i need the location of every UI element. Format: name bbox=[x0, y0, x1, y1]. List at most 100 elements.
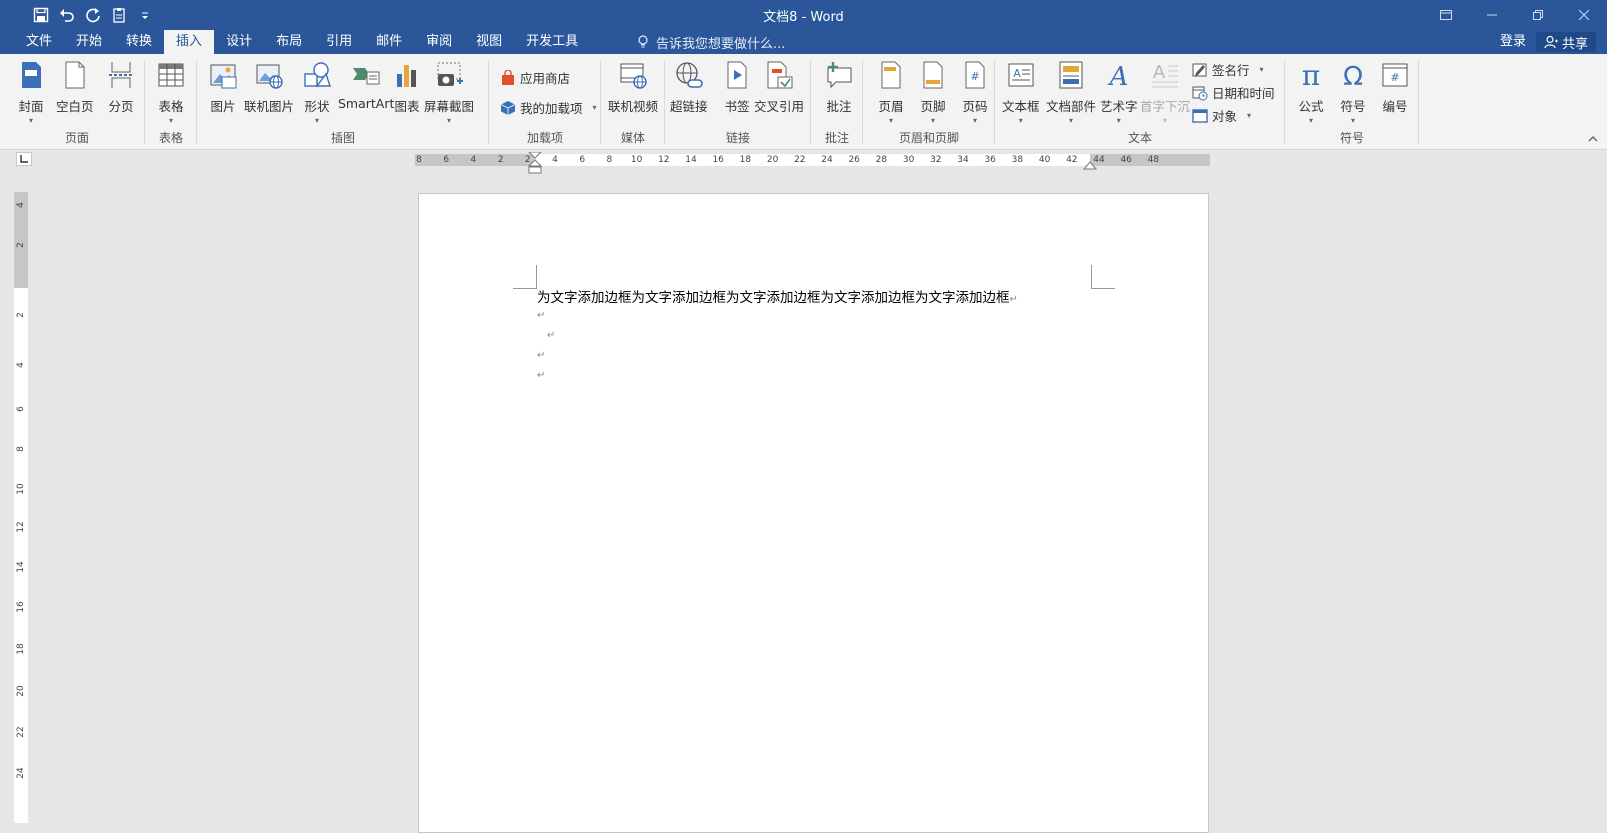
page-break-button[interactable]: 分页 bbox=[104, 58, 138, 115]
tab-9[interactable]: 视图 bbox=[464, 30, 514, 54]
ruler-tick-label: 38 bbox=[1011, 155, 1024, 165]
empty-paragraph-mark[interactable]: ↵ bbox=[537, 310, 545, 321]
ruler-tick-label: 10 bbox=[630, 155, 643, 165]
text-box-button[interactable]: A 文本框 ▾ bbox=[1002, 58, 1040, 125]
chevron-down-icon: ▾ bbox=[1259, 65, 1264, 74]
ribbon-options-icon bbox=[1440, 10, 1452, 20]
tab-4[interactable]: 设计 bbox=[214, 30, 264, 54]
ruler-tick-label: 6 bbox=[16, 406, 26, 412]
tables-group-label: 表格 bbox=[158, 131, 183, 145]
vertical-ruler[interactable]: 4 2 2 4 6 8 10 12 14 16 18 20 22 24 bbox=[14, 192, 28, 823]
svg-text:Ω: Ω bbox=[1343, 62, 1363, 90]
hyperlink-button[interactable]: 超链接 bbox=[670, 58, 708, 115]
equation-button[interactable]: π 公式 ▾ bbox=[1294, 58, 1328, 125]
drop-cap-button[interactable]: A 首字下沉 ▾ bbox=[1140, 58, 1190, 125]
ruler-tick-label: 18 bbox=[739, 155, 752, 165]
numbering-button[interactable]: # 编号 bbox=[1378, 58, 1412, 115]
minimize-button[interactable] bbox=[1469, 0, 1515, 30]
camera-icon bbox=[437, 62, 463, 86]
my-addins-button[interactable]: 我的加载项 ▾ bbox=[500, 98, 597, 117]
screenshot-button[interactable]: 屏幕截图 ▾ bbox=[424, 58, 474, 125]
tab-selector[interactable] bbox=[16, 152, 32, 166]
pi-icon: π bbox=[1302, 60, 1320, 90]
store-button[interactable]: 应用商店 bbox=[500, 68, 570, 87]
ribbon-display-options-button[interactable] bbox=[1423, 0, 1469, 30]
group-separator bbox=[810, 60, 811, 144]
header-icon bbox=[881, 61, 901, 89]
share-button[interactable]: 共享 bbox=[1536, 32, 1597, 52]
header-footer-group: 页眉 ▾ 页脚 ▾ # 页码 ▾ 页眉和页脚 bbox=[864, 56, 994, 148]
online-pictures-button[interactable]: 联机图片 bbox=[244, 58, 294, 115]
cover-page-button[interactable]: 封面 ▾ bbox=[14, 58, 48, 125]
footer-button[interactable]: 页脚 ▾ bbox=[916, 58, 950, 125]
tab-6[interactable]: 引用 bbox=[314, 30, 364, 54]
quick-parts-button[interactable]: 文档部件 ▾ bbox=[1046, 58, 1096, 125]
tab-1[interactable]: 开始 bbox=[64, 30, 114, 54]
tell-me-search[interactable]: 告诉我您想要做什么... bbox=[636, 30, 785, 54]
date-time-button[interactable]: 日期和时间 bbox=[1192, 83, 1275, 102]
empty-paragraph-mark[interactable]: ↵ bbox=[547, 330, 555, 341]
tab-0[interactable]: 文件 bbox=[14, 30, 64, 54]
ruler-tick-label: 4 bbox=[16, 202, 26, 208]
close-button[interactable] bbox=[1561, 0, 1607, 30]
close-icon bbox=[1578, 9, 1590, 21]
horizontal-ruler[interactable]: 8 6 4 2 2 4 6 8 10 12 14 16 18 20 22 24 26 28 30 32 34 36 38 40… bbox=[415, 152, 1210, 174]
svg-text:A: A bbox=[1107, 62, 1128, 90]
tab-8[interactable]: 审阅 bbox=[414, 30, 464, 54]
person-icon bbox=[1544, 35, 1558, 49]
omega-icon: Ω bbox=[1343, 62, 1363, 90]
ruler-tick-label: 2 bbox=[497, 155, 504, 165]
document-page[interactable]: 为文字添加边框为文字添加边框为文字添加边框为文字添加边框为文字添加边框↵ ↵ ↵… bbox=[418, 193, 1209, 833]
tab-3[interactable]: 插入 bbox=[164, 30, 215, 54]
bar-chart-icon bbox=[397, 65, 416, 87]
svg-text:A: A bbox=[1153, 62, 1166, 83]
table-button[interactable]: 表格 ▾ bbox=[154, 58, 188, 125]
blank-page-button[interactable]: 空白页 bbox=[56, 58, 94, 115]
ruler-tick-label: 14 bbox=[685, 155, 697, 165]
smartart-button[interactable]: SmartArt bbox=[338, 58, 394, 111]
online-video-button[interactable]: 联机视频 bbox=[608, 58, 658, 115]
drop-cap-icon: A bbox=[1152, 62, 1178, 88]
signature-line-button[interactable]: 签名行 ▾ bbox=[1192, 60, 1264, 79]
ruler-tick-label: 4 bbox=[552, 155, 558, 165]
ruler-tick-label: 10 bbox=[16, 483, 26, 495]
tab-5[interactable]: 布局 bbox=[264, 30, 314, 54]
window-title: 文档8 - Word bbox=[763, 10, 844, 25]
group-separator bbox=[1284, 60, 1285, 144]
ruler-tick-label: 46 bbox=[1120, 155, 1132, 165]
pages-group-label: 页面 bbox=[64, 131, 89, 145]
header-button[interactable]: 页眉 ▾ bbox=[874, 58, 908, 125]
chart-button[interactable]: 图表 bbox=[390, 58, 424, 115]
tab-7[interactable]: 邮件 bbox=[364, 30, 414, 54]
group-separator bbox=[600, 60, 601, 144]
bookmark-button[interactable]: 书签 bbox=[720, 58, 754, 115]
empty-paragraph-mark[interactable]: ↵ bbox=[537, 370, 545, 381]
ruler-tick-label: 48 bbox=[1147, 155, 1160, 165]
restore-button[interactable] bbox=[1515, 0, 1561, 30]
bookmark-icon bbox=[727, 61, 747, 89]
cross-reference-button[interactable]: 交叉引用 bbox=[754, 58, 804, 115]
ribbon: 封面 ▾ 空白页 分页 页面 表格 ▾ 表格 图片 联机图片 形状 ▾ Smar… bbox=[0, 54, 1607, 150]
collapse-ribbon-button[interactable] bbox=[1587, 133, 1599, 143]
tables-group: 表格 ▾ 表格 bbox=[146, 56, 196, 148]
page-number-button[interactable]: # 页码 ▾ bbox=[958, 58, 992, 125]
new-comment-button[interactable]: 批注 bbox=[822, 58, 856, 115]
shapes-button[interactable]: 形状 ▾ bbox=[300, 58, 334, 125]
ruler-tick-label: 22 bbox=[16, 726, 26, 738]
group-separator bbox=[664, 60, 665, 144]
picture-button[interactable]: 图片 bbox=[206, 58, 240, 115]
tab-2[interactable]: 转换 bbox=[114, 30, 164, 54]
symbol-button[interactable]: Ω 符号 ▾ bbox=[1336, 58, 1370, 125]
title-bar: 文档8 - Word bbox=[0, 0, 1607, 30]
ruler-tick-label: 2 bbox=[16, 312, 26, 318]
wordart-button[interactable]: A 艺术字 ▾ bbox=[1100, 58, 1138, 125]
object-button[interactable]: 对象 ▾ bbox=[1192, 106, 1251, 125]
media-group-label: 媒体 bbox=[620, 131, 645, 145]
ruler-tick-label: 18 bbox=[16, 643, 26, 655]
store-bag-icon bbox=[502, 69, 514, 85]
wordart-icon: A bbox=[1107, 62, 1128, 90]
sign-in-link[interactable]: 登录 bbox=[1500, 30, 1526, 54]
empty-paragraph-mark[interactable]: ↵ bbox=[537, 350, 545, 361]
tab-10[interactable]: 开发工具 bbox=[514, 30, 590, 54]
document-paragraph[interactable]: 为文字添加边框为文字添加边框为文字添加边框为文字添加边框为文字添加边框↵ bbox=[537, 286, 1018, 306]
